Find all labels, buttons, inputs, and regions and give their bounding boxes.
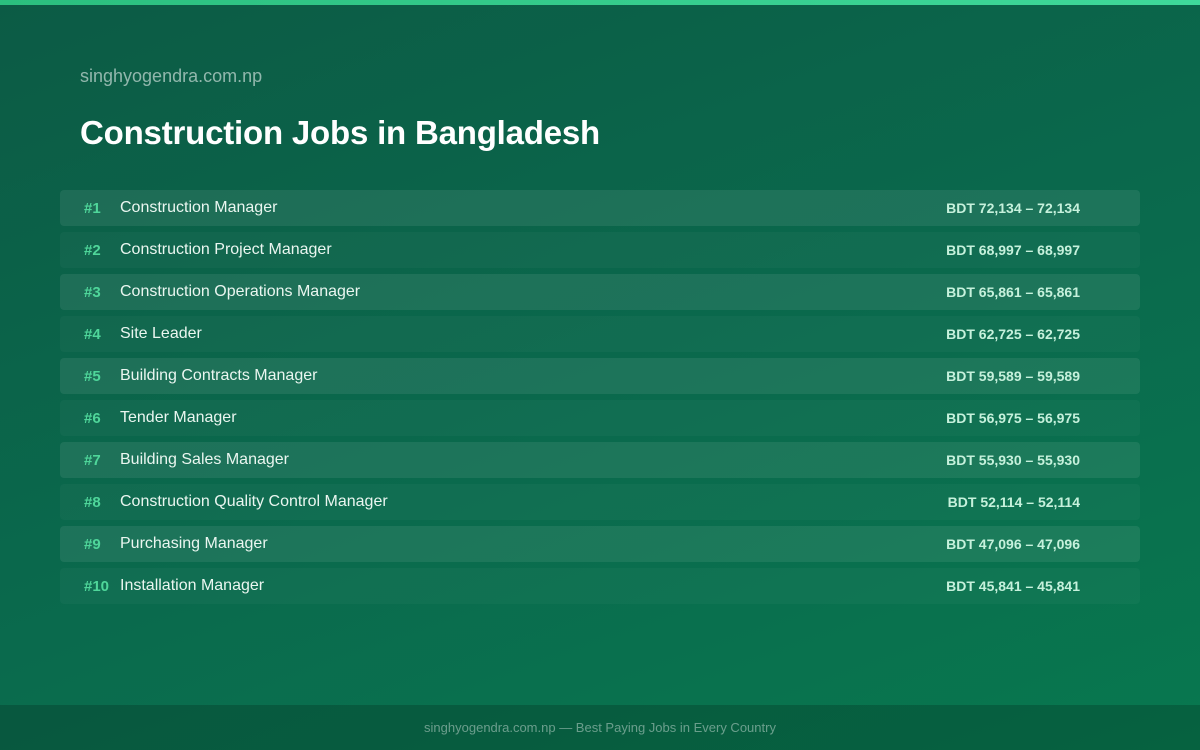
job-rank: #7 (84, 451, 101, 469)
footer-text: singhyogendra.com.np — Best Paying Jobs … (424, 720, 776, 735)
job-row: #4 Site Leader BDT 62,725 – 62,725 (60, 316, 1140, 352)
job-rank: #10 (84, 577, 110, 595)
top-accent-bar (0, 0, 1200, 5)
job-salary: BDT 55,930 – 55,930 (946, 452, 1080, 468)
job-rank: #9 (84, 535, 101, 553)
job-salary: BDT 68,997 – 68,997 (946, 242, 1080, 258)
job-row: #2 Construction Project Manager BDT 68,9… (60, 232, 1140, 268)
job-title: Construction Manager (120, 199, 278, 216)
job-title: Installation Manager (120, 577, 265, 594)
job-title: Construction Quality Control Manager (120, 493, 388, 510)
job-row: #9 Purchasing Manager BDT 47,096 – 47,09… (60, 526, 1140, 562)
job-row: #3 Construction Operations Manager BDT 6… (60, 274, 1140, 310)
job-rank: #5 (84, 367, 101, 385)
job-rank: #8 (84, 493, 101, 511)
job-salary: BDT 45,841 – 45,841 (946, 578, 1080, 594)
job-row: #5 Building Contracts Manager BDT 59,589… (60, 358, 1140, 394)
job-rank: #4 (84, 325, 101, 343)
job-salary: BDT 47,096 – 47,096 (946, 536, 1080, 552)
job-rank: #3 (84, 283, 101, 301)
job-title: Building Sales Manager (120, 451, 289, 468)
job-salary: BDT 72,134 – 72,134 (946, 200, 1080, 216)
site-name: singhyogendra.com.np (80, 66, 263, 86)
job-salary: BDT 56,975 – 56,975 (946, 410, 1080, 426)
job-row: #10 Installation Manager BDT 45,841 – 45… (60, 568, 1140, 604)
job-title: Purchasing Manager (120, 535, 268, 552)
job-row: #6 Tender Manager BDT 56,975 – 56,975 (60, 400, 1140, 436)
job-title: Construction Operations Manager (120, 283, 361, 300)
job-title: Building Contracts Manager (120, 367, 318, 384)
job-rank: #6 (84, 409, 101, 427)
job-rank: #2 (84, 241, 101, 259)
page-title: Construction Jobs in Bangladesh (80, 114, 601, 151)
job-salary: BDT 65,861 – 65,861 (946, 284, 1080, 300)
job-title: Site Leader (120, 325, 202, 342)
job-salary: BDT 52,114 – 52,114 (947, 494, 1080, 510)
job-row: #8 Construction Quality Control Manager … (60, 484, 1140, 520)
job-salary: BDT 62,725 – 62,725 (946, 326, 1080, 342)
job-row: #7 Building Sales Manager BDT 55,930 – 5… (60, 442, 1140, 478)
footer: singhyogendra.com.np — Best Paying Jobs … (0, 705, 1200, 750)
job-row: #1 Construction Manager BDT 72,134 – 72,… (60, 190, 1140, 226)
job-title: Construction Project Manager (120, 241, 332, 258)
jobs-list: #1 Construction Manager BDT 72,134 – 72,… (60, 190, 1140, 610)
job-title: Tender Manager (120, 409, 237, 426)
job-rank: #1 (84, 199, 101, 217)
job-salary: BDT 59,589 – 59,589 (946, 368, 1080, 384)
